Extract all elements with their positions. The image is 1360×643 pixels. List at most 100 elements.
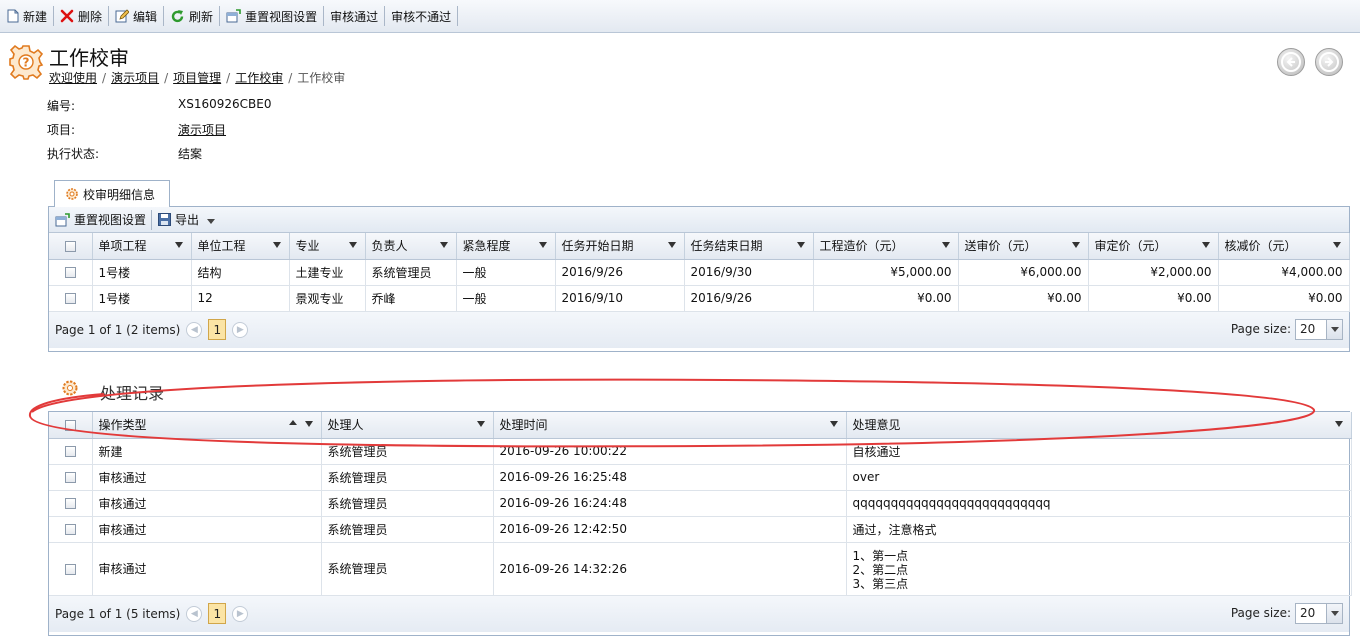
column-header[interactable]: 负责人 [365,233,457,260]
table-row[interactable]: 1号楼 结构 土建专业 系统管理员 一般 2016/9/26 2016/9/30… [49,259,1350,286]
column-header-label: 操作类型 [98,418,147,433]
toolbar-divider [457,6,459,26]
filter-icon[interactable] [439,242,448,248]
refresh-button[interactable]: 刷新 [165,4,218,28]
arrow-left-icon [1281,52,1301,72]
breadcrumb-link-project-management[interactable]: 项目管理 [173,71,221,85]
column-header[interactable]: 核减价（元） [1218,233,1350,260]
sort-ascending-icon[interactable] [288,420,297,425]
table-row[interactable]: 审核通过 系统管理员 2016-09-26 12:42:50 通过，注意格式 [49,516,1352,543]
table-row[interactable]: 审核通过 系统管理员 2016-09-26 14:32:26 1、第一点 2、第… [49,542,1352,596]
pager-summary: Page 1 of 1 (2 items) [55,322,181,337]
breadcrumb-link-work-review[interactable]: 工作校审 [235,71,283,85]
tab-review-details[interactable]: 校审明细信息 [54,180,170,207]
next-page-button[interactable]: ▶ [232,321,249,338]
column-header[interactable]: 送审价（元） [958,233,1089,260]
row-select-cell [49,490,93,517]
table-cell: 2016-09-26 10:00:22 [493,438,847,465]
row-checkbox[interactable] [64,563,76,575]
detail-reset-view-button[interactable]: 重置视图设置 [55,208,150,232]
table-cell: 12 [191,285,290,312]
row-checkbox[interactable] [64,524,76,535]
filter-icon[interactable] [1334,421,1343,427]
row-checkbox[interactable] [64,293,76,304]
column-header[interactable]: 专业 [289,233,366,260]
floppy-disk-icon [158,213,172,226]
prev-page-button[interactable]: ◀ [186,605,203,622]
prev-page-button[interactable]: ◀ [186,321,203,338]
page-title: 工作校审 [49,46,129,70]
forward-button[interactable] [1315,48,1343,76]
select-all-checkbox[interactable] [64,240,76,252]
filter-icon[interactable] [348,242,357,248]
edit-button[interactable]: 编辑 [110,4,162,28]
page-size-value: 20 [1300,322,1316,336]
breadcrumb-separator: / [102,71,107,85]
main-toolbar: 新建 删除 编辑 刷新 重置视图设置 审核通过 审核不通过 [0,0,1360,33]
filter-icon[interactable] [1071,242,1080,248]
filter-icon[interactable] [476,421,485,427]
delete-button[interactable]: 删除 [55,4,107,28]
row-select-cell [49,285,93,312]
detail-grid-toolbar: 重置视图设置 导出 [49,207,1349,233]
table-cell: 结构 [191,259,290,286]
table-row[interactable]: 审核通过 系统管理员 2016-09-26 16:25:48 over [49,464,1352,491]
current-page-button[interactable]: 1 [208,603,227,624]
page-size-select[interactable]: 20 [1295,602,1343,624]
page-size-select[interactable]: 20 [1295,318,1343,340]
export-button[interactable]: 导出 [153,208,220,232]
row-checkbox[interactable] [64,498,76,509]
next-page-button[interactable]: ▶ [232,605,249,622]
comment-line: 2、第二点 [852,563,909,577]
table-cell: 2016/9/26 [684,285,814,312]
records-grid: 操作类型 处理人 处理时间 处理意见 新建 系统管理员 2016-09-26 1… [48,411,1352,636]
table-row[interactable]: 审核通过 系统管理员 2016-09-26 16:24:48 qqqqqqqqq… [49,490,1352,517]
filter-icon[interactable] [272,242,281,248]
filter-icon[interactable] [829,421,838,427]
table-row[interactable]: 新建 系统管理员 2016-09-26 10:00:22 自核通过 [49,438,1352,465]
table-cell: 1号楼 [92,259,192,286]
filter-icon[interactable] [304,421,313,427]
current-page-button[interactable]: 1 [208,319,227,340]
filter-icon[interactable] [538,242,547,248]
filter-icon[interactable] [174,242,183,248]
column-header[interactable]: 紧急程度 [456,233,556,260]
row-checkbox[interactable] [64,446,76,457]
breadcrumb-link-demo-project[interactable]: 演示项目 [111,71,159,85]
column-header[interactable]: 单项工程 [92,233,192,260]
project-link[interactable]: 演示项目 [178,123,226,137]
approve-button[interactable]: 审核通过 [325,4,383,28]
reset-view-button[interactable]: 重置视图设置 [221,4,322,28]
column-header[interactable]: 工程造价（元） [813,233,959,260]
table-cell: 审核通过 [92,490,322,517]
page-size-value: 20 [1300,606,1316,620]
column-header[interactable]: 处理人 [321,412,494,439]
export-label: 导出 [175,213,200,227]
chevron-down-icon [1326,603,1342,623]
section-title-records: 处理记录 [100,384,165,403]
column-header[interactable]: 处理意见 [846,412,1352,439]
filter-icon[interactable] [1201,242,1210,248]
column-header[interactable]: 任务开始日期 [555,233,685,260]
select-all-checkbox[interactable] [64,419,76,431]
filter-icon[interactable] [1332,242,1341,248]
column-header[interactable]: 处理时间 [493,412,847,439]
row-select-cell [49,542,93,596]
column-header[interactable]: 审定价（元） [1088,233,1219,260]
column-header[interactable]: 操作类型 [92,412,322,439]
row-checkbox[interactable] [64,267,76,278]
column-header[interactable]: 任务结束日期 [684,233,814,260]
new-button[interactable]: 新建 [2,4,52,28]
column-header[interactable]: 单位工程 [191,233,290,260]
table-cell: 乔峰 [365,285,457,312]
filter-icon[interactable] [796,242,805,248]
reject-button[interactable]: 审核不通过 [386,4,456,28]
filter-icon[interactable] [667,242,676,248]
new-label: 新建 [23,9,48,24]
breadcrumb-link-welcome[interactable]: 欢迎使用 [49,71,97,85]
table-row[interactable]: 1号楼 12 景观专业 乔峰 一般 2016/9/10 2016/9/26 ¥0… [49,285,1350,312]
filter-icon[interactable] [941,242,950,248]
row-checkbox[interactable] [64,472,76,483]
arrow-right-icon [1319,52,1339,72]
back-button[interactable] [1277,48,1305,76]
